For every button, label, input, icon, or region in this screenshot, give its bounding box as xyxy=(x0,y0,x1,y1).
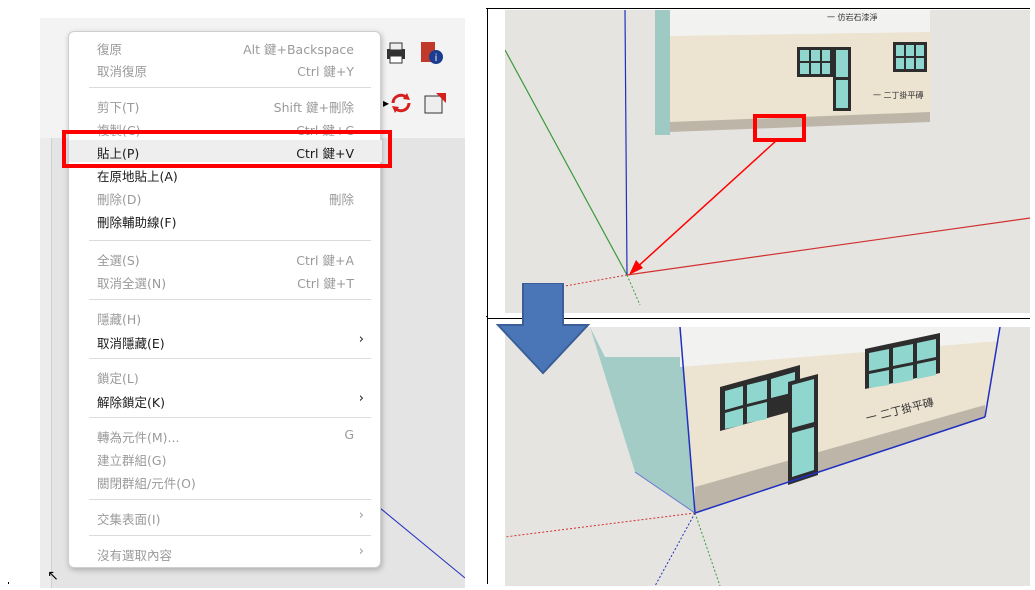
red-axis xyxy=(626,217,1030,276)
chevron-right-icon: › xyxy=(358,332,364,347)
menu-item-no-selection[interactable]: 沒有選取內容 › xyxy=(69,542,382,564)
chevron-right-icon: › xyxy=(358,544,364,559)
menu-separator xyxy=(89,240,371,241)
blue-axis xyxy=(624,10,628,276)
menu-item-make-group[interactable]: 建立群組(G) xyxy=(69,447,382,469)
building-upper-band xyxy=(670,10,930,36)
menu-item-label: 解除鎖定(K) xyxy=(97,395,165,410)
menu-item-shortcut: Shift 鍵+刪除 xyxy=(273,100,354,115)
green-axis xyxy=(505,49,628,276)
menu-item-shortcut: Alt 鍵+Backspace xyxy=(243,42,354,57)
menu-item-unlock[interactable]: 解除鎖定(K) › xyxy=(69,389,382,411)
pointer-arrow xyxy=(633,139,778,271)
menu-separator xyxy=(89,499,371,500)
menu-item-shortcut: Ctrl 鍵+A xyxy=(296,253,354,268)
menu-separator xyxy=(89,535,371,536)
building-side-upper xyxy=(590,327,680,357)
left-panel: i ▸ ↖ 復原 Alt 鍵+Backspace 取消復原 Ctrl 鍵+Y 剪… xyxy=(8,8,486,588)
menu-item-delete-guides[interactable]: 刪除輔助線(F) xyxy=(69,209,382,231)
blue-axis-negative xyxy=(654,512,696,586)
sign-label-top: 一 仿岩石漆淨 xyxy=(827,13,878,22)
menu-item-shortcut: G xyxy=(344,427,354,442)
menu-item-label: 在原地貼上(A) xyxy=(97,169,178,184)
green-axis-negative xyxy=(694,512,721,586)
menu-item-redo[interactable]: 取消復原 Ctrl 鍵+Y xyxy=(69,58,382,80)
building-side-wall xyxy=(655,10,670,135)
menu-item-label: 沒有選取內容 xyxy=(97,548,173,563)
viewport-before-paste: 一 仿岩石漆淨 一 二丁掛平磚 xyxy=(505,10,1030,313)
down-arrow-icon xyxy=(495,283,591,375)
menu-item-label: 取消復原 xyxy=(97,64,148,79)
menu-separator xyxy=(89,358,371,359)
menu-item-hide[interactable]: 隱藏(H) xyxy=(69,306,382,328)
red-axis-negative xyxy=(505,512,696,538)
menu-item-label: 轉為元件(M)... xyxy=(97,430,180,445)
menu-item-shortcut: 刪除 xyxy=(328,192,354,207)
menu-item-intersect-faces[interactable]: 交集表面(I) › xyxy=(69,506,382,528)
menu-item-label: 復原 xyxy=(97,42,123,57)
chevron-right-icon: › xyxy=(358,508,364,523)
menu-item-label: 剪下(T) xyxy=(97,100,140,115)
window xyxy=(893,42,927,72)
menu-separator xyxy=(89,417,371,418)
chevron-right-icon: › xyxy=(358,391,364,406)
menu-item-select-all[interactable]: 全選(S) Ctrl 鍵+A xyxy=(69,247,382,269)
menu-item-label: 鎖定(L) xyxy=(97,371,139,386)
sign-label-wall: 一 二丁掛平磚 xyxy=(873,91,924,100)
menu-item-cut[interactable]: 剪下(T) Shift 鍵+刪除 xyxy=(69,94,382,116)
menu-item-shortcut: Ctrl 鍵+Y xyxy=(297,64,354,79)
menu-item-label: 取消隱藏(E) xyxy=(97,336,165,351)
paste-highlight-box xyxy=(62,130,392,168)
menu-item-label: 刪除輔助線(F) xyxy=(97,215,177,230)
menu-item-label: 關閉群組/元件(O) xyxy=(97,476,196,491)
window xyxy=(788,374,818,485)
menu-item-label: 建立群組(G) xyxy=(97,453,167,468)
menu-item-label: 刪除(D) xyxy=(97,192,142,207)
window xyxy=(797,47,833,77)
window xyxy=(833,47,851,111)
menu-item-lock[interactable]: 鎖定(L) xyxy=(69,365,382,387)
menu-item-make-component[interactable]: 轉為元件(M)... G xyxy=(69,424,382,446)
menu-item-label: 隱藏(H) xyxy=(97,312,142,327)
menu-item-close-group[interactable]: 關閉群組/元件(O) xyxy=(69,470,382,492)
menu-item-unhide[interactable]: 取消隱藏(E) › xyxy=(69,330,382,352)
menu-separator xyxy=(89,299,371,300)
green-axis-negative xyxy=(626,274,641,306)
menu-separator xyxy=(89,87,371,88)
menu-item-undo[interactable]: 復原 Alt 鍵+Backspace xyxy=(69,36,382,58)
scene-before xyxy=(505,10,1030,306)
menu-item-label: 全選(S) xyxy=(97,253,140,268)
context-menu: 復原 Alt 鍵+Backspace 取消復原 Ctrl 鍵+Y 剪下(T) S… xyxy=(68,31,382,568)
menu-item-shortcut: Ctrl 鍵+T xyxy=(297,276,354,291)
menu-item-delete[interactable]: 刪除(D) 刪除 xyxy=(69,186,382,208)
menu-item-label: 取消全選(N) xyxy=(97,276,167,291)
menu-item-label: 交集表面(I) xyxy=(97,512,161,527)
menu-item-select-none[interactable]: 取消全選(N) Ctrl 鍵+T xyxy=(69,270,382,292)
